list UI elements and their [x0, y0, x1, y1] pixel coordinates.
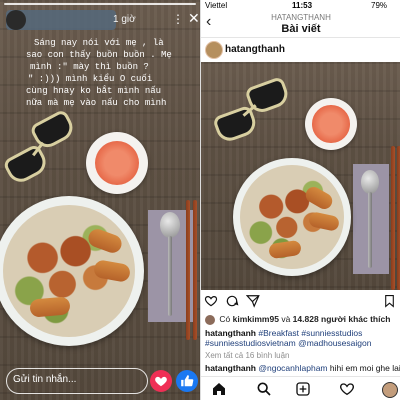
- author-name[interactable]: hatangthanh: [225, 44, 285, 55]
- caption-hashtags-2[interactable]: #sunniesstudiosvietnam @madhousesaigon: [205, 338, 371, 348]
- heart-icon: [155, 376, 167, 387]
- liker-name[interactable]: kimkimm95: [233, 314, 279, 324]
- caption-line: Sáng nay nói với mẹ , là: [34, 38, 164, 48]
- post-view: Viettel 11:53 79% ‹ HATANGTHANH Bài viết…: [200, 0, 400, 400]
- thumbs-up-icon: [181, 375, 194, 387]
- spoon-image: [160, 208, 184, 318]
- comment-row: hatangthanh @ngocanhlapham hihi em moi g…: [205, 363, 400, 373]
- clock-label: 11:53: [292, 1, 313, 10]
- story-caption: Sáng nay nói với mẹ , là sao con thấy bu…: [4, 38, 174, 108]
- search-icon[interactable]: [256, 381, 272, 397]
- caption-line: nữa mà mẹ vào nấu cho mình: [26, 98, 167, 108]
- story-progress-bar: [4, 3, 196, 5]
- reply-placeholder: Gửi tin nhắn...: [13, 374, 77, 385]
- post-caption: hatangthanh #Breakfast #sunniesstudios: [205, 328, 362, 338]
- story-time: 1 giờ: [113, 14, 136, 25]
- sunglasses-image: [0, 107, 91, 198]
- comment-text: hihi em moi ghe lai an: [329, 363, 400, 373]
- activity-heart-icon[interactable]: [339, 381, 355, 397]
- bookmark-icon[interactable]: [383, 294, 396, 308]
- comment-author[interactable]: hatangthanh: [205, 363, 256, 373]
- reply-input[interactable]: Gửi tin nhắn...: [6, 368, 148, 394]
- spoon-image: [361, 166, 385, 276]
- chopsticks-image: [391, 146, 395, 290]
- caption-author[interactable]: hatangthanh: [205, 328, 256, 338]
- caption-line: mình :" mày thì buồn ?: [30, 62, 149, 72]
- share-icon[interactable]: [246, 294, 260, 308]
- caption-line: sao con thấy buồn buồn . Mẹ: [26, 50, 172, 60]
- post-caption-line2: #sunniesstudiosvietnam @madhousesaigon: [205, 338, 371, 348]
- heart-button[interactable]: [150, 370, 172, 392]
- liker-avatar: [205, 314, 215, 325]
- chopsticks-image: [186, 200, 190, 340]
- likes-suffix: người khác thích: [321, 314, 391, 324]
- sauce-bowl-image: [86, 132, 148, 194]
- add-post-icon[interactable]: [295, 381, 311, 397]
- comment-icon[interactable]: [225, 294, 239, 308]
- nav-username: HATANGTHANH: [271, 13, 331, 22]
- home-icon[interactable]: [211, 381, 227, 397]
- caption-hashtags[interactable]: #Breakfast #sunniesstudios: [258, 328, 362, 338]
- caption-line: cùng hnay ko bắt mình nấu: [26, 86, 162, 96]
- sauce-bowl-image: [305, 98, 357, 150]
- battery-label: 79%: [371, 1, 388, 10]
- sunglasses-image: [205, 72, 301, 156]
- post-photo[interactable]: [201, 62, 400, 290]
- story-view: 1 giờ ⋮ ✕ Sáng nay nói với mẹ , là sao c…: [0, 0, 200, 400]
- likes-summary[interactable]: Có kimkimm95 và 14.828 người khác thích: [205, 314, 400, 325]
- post-actions: [201, 292, 400, 312]
- more-dots-icon[interactable]: ⋮: [172, 12, 185, 26]
- page-title: Bài viết: [281, 23, 321, 35]
- bottom-tab-bar: [201, 376, 400, 400]
- profile-avatar[interactable]: [382, 382, 398, 398]
- carrier-label: Viettel: [205, 1, 228, 10]
- avatar[interactable]: [205, 41, 223, 59]
- post-header: hatangthanh: [201, 38, 400, 62]
- like-button[interactable]: [176, 370, 198, 392]
- avatar[interactable]: [6, 10, 26, 30]
- comment-mention[interactable]: @ngocanhlapham: [258, 363, 327, 373]
- heart-icon[interactable]: [204, 294, 218, 308]
- likes-count[interactable]: 14.828: [293, 314, 319, 324]
- caption-line: " :))) mình kiểu O cuối: [28, 74, 153, 84]
- nav-bar: ‹ HATANGTHANH Bài viết: [201, 11, 400, 38]
- view-all-comments-link[interactable]: Xem tất cả 16 bình luận: [205, 351, 290, 360]
- close-icon[interactable]: ✕: [188, 10, 200, 27]
